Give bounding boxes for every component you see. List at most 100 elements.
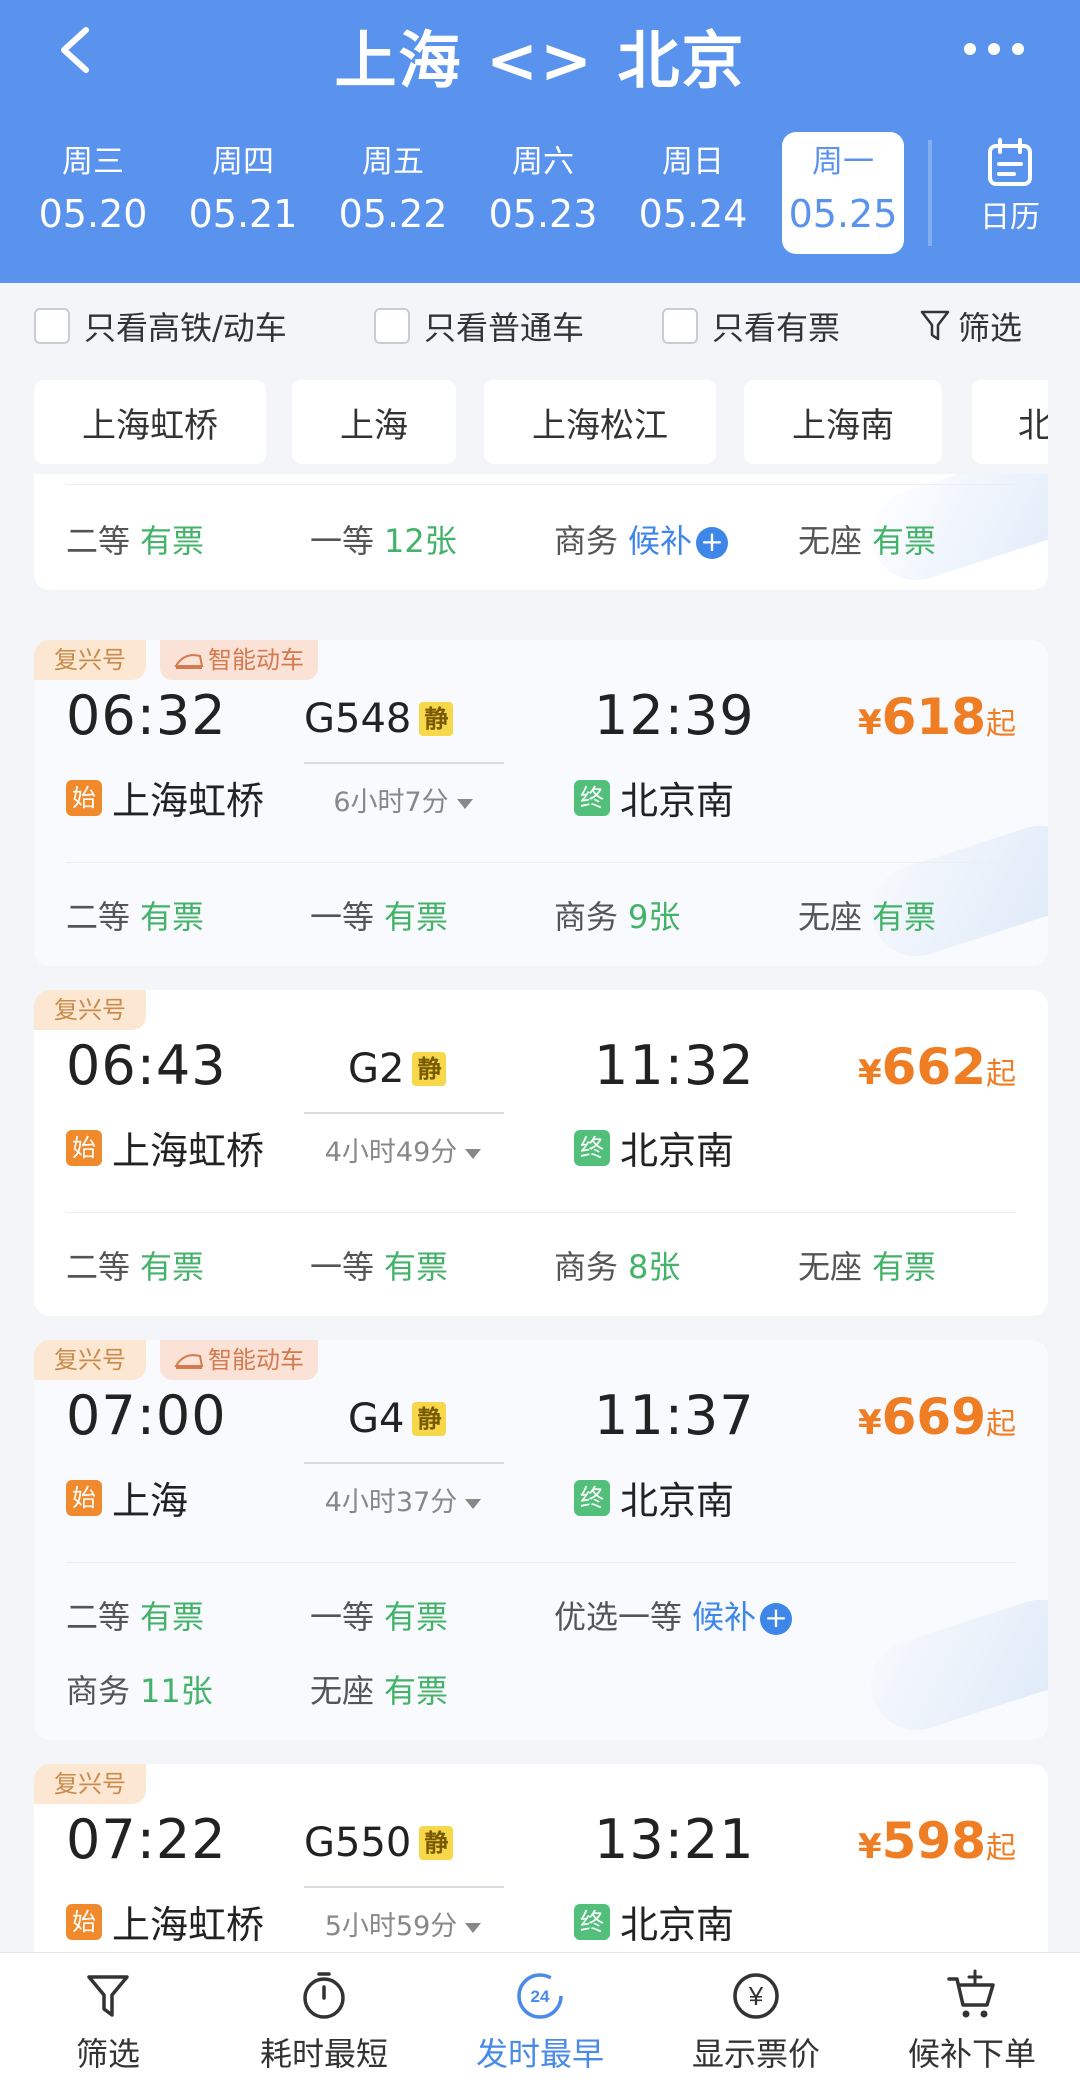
seat-class: 二等 有票 — [66, 1248, 205, 1286]
seat-class: 无座 有票 — [798, 898, 937, 936]
seat-class: 二等 有票 — [66, 898, 205, 936]
arrival-time: 11:32 — [594, 1034, 755, 1097]
date-selector: 周三 05.20 周四 05.21 周五 05.22 周六 05.23 周日 0… — [18, 132, 918, 254]
departure-time: 06:32 — [66, 684, 227, 747]
available-only-checkbox[interactable]: 只看有票 — [662, 303, 840, 349]
date-tab-0525-selected[interactable]: 周一 05.25 — [782, 132, 904, 254]
train-number: G548 静 — [304, 696, 504, 742]
train-number: G4 静 — [348, 1396, 548, 1442]
tab-waitlist-order[interactable]: 候补下单 — [864, 1953, 1080, 2082]
calendar-divider — [928, 140, 932, 246]
stopwatch-icon — [303, 1972, 345, 2019]
seat-class: 一等 有票 — [310, 1248, 449, 1286]
price: ¥669起 — [857, 1388, 1016, 1446]
tab-label: 候补下单 — [907, 2035, 1036, 2073]
checkbox-box — [662, 308, 698, 344]
high-speed-only-checkbox[interactable]: 只看高铁/动车 — [34, 303, 287, 349]
end-tag: 终 — [574, 779, 610, 816]
train-badges: 复兴号 — [34, 990, 146, 1030]
start-tag: 始 — [66, 1479, 102, 1516]
start-tag: 始 — [66, 1903, 102, 1940]
quiet-car-badge: 静 — [412, 1052, 447, 1086]
train-icon — [174, 1354, 204, 1369]
svg-text:¥: ¥ — [748, 1981, 764, 2011]
filter-bar: 只看高铁/动车 只看普通车 只看有票 筛选 — [0, 283, 1080, 369]
tab-shortest-duration[interactable]: 耗时最短 — [216, 1953, 432, 2082]
train-icon — [174, 654, 204, 669]
duration-line — [304, 1112, 504, 1114]
station-chip[interactable]: 上海虹桥 — [34, 380, 266, 464]
date-tab-0521[interactable]: 周四 05.21 — [168, 132, 318, 254]
checkbox-box — [34, 308, 70, 344]
tab-earliest-departure[interactable]: 24 发时最早 — [432, 1953, 648, 2082]
quiet-car-badge: 静 — [419, 702, 454, 736]
caret-down-icon — [465, 1498, 482, 1509]
calendar-button[interactable]: 日历 — [962, 138, 1058, 236]
station-chips: 上海虹桥 上海 上海松江 上海南 北 — [34, 380, 1048, 466]
train-card-g2[interactable]: 复兴号 06:43 G2 静 4小时49分 11:32 ¥662起 始上海虹桥 终… — [34, 990, 1048, 1316]
duration-toggle[interactable]: 4小时49分 — [288, 1130, 518, 1169]
cart-plus-icon — [947, 1969, 995, 2018]
watermark-decoration — [859, 1588, 1048, 1740]
date-weekday: 周五 — [362, 144, 424, 180]
more-options-icon[interactable] — [962, 38, 1026, 60]
origin-station: 始上海虹桥 — [66, 1894, 264, 1949]
date-value: 05.24 — [638, 192, 748, 236]
price: ¥618起 — [857, 688, 1016, 746]
station-chip[interactable]: 上海南 — [744, 380, 942, 464]
train-card-g548[interactable]: 复兴号 智能动车 06:32 G548 静 6小时7分 12:39 ¥618起 始… — [34, 640, 1048, 966]
date-weekday: 周三 — [62, 144, 124, 180]
calendar-label: 日历 — [980, 200, 1040, 235]
destination-station: 终北京南 — [574, 1894, 734, 1949]
arrival-time: 12:39 — [594, 684, 755, 747]
date-value: 05.21 — [188, 192, 298, 236]
svg-text:24: 24 — [531, 1987, 550, 2006]
train-number: G2 静 — [348, 1046, 548, 1092]
seat-class: 无座 有票 — [798, 1248, 937, 1286]
date-tab-0520[interactable]: 周三 05.20 — [18, 132, 168, 254]
tab-label: 显示票价 — [691, 2035, 820, 2073]
duration-toggle[interactable]: 6小时7分 — [288, 780, 518, 819]
date-tab-0522[interactable]: 周五 05.22 — [318, 132, 468, 254]
clock-24-icon: 24 — [517, 1973, 563, 2019]
filter-button[interactable]: 筛选 — [920, 303, 1022, 349]
end-tag: 终 — [574, 1903, 610, 1940]
normal-train-only-checkbox[interactable]: 只看普通车 — [374, 303, 584, 349]
duration-toggle[interactable]: 4小时37分 — [288, 1480, 518, 1519]
fuxing-badge: 复兴号 — [34, 640, 146, 680]
seat-class: 商务 9张 — [554, 898, 681, 936]
train-card-g4[interactable]: 复兴号 智能动车 07:00 G4 静 4小时37分 11:37 ¥669起 始上… — [34, 1340, 1048, 1740]
checkbox-label: 只看高铁/动车 — [84, 309, 287, 347]
seat-class: 一等 有票 — [310, 1598, 449, 1636]
quiet-car-badge: 静 — [412, 1402, 447, 1436]
train-card-partial[interactable]: 二等 有票 一等 12张 商务 候补 + 无座 有票 — [34, 474, 1048, 590]
destination-station: 终北京南 — [574, 1120, 734, 1175]
yen-icon: ¥ — [733, 1973, 779, 2019]
price: ¥598起 — [857, 1812, 1016, 1870]
smart-emu-badge: 智能动车 — [160, 640, 318, 680]
calendar-icon — [988, 138, 1032, 186]
station-chip[interactable]: 北 — [972, 380, 1048, 464]
tab-filter[interactable]: 筛选 — [0, 1953, 216, 2082]
duration-line — [304, 1886, 504, 1888]
fuxing-badge: 复兴号 — [34, 1340, 146, 1380]
tab-show-price[interactable]: ¥ 显示票价 — [648, 1953, 864, 2082]
seat-class: 优选一等 候补 + — [554, 1592, 793, 1638]
checkbox-box — [374, 308, 410, 344]
station-chip[interactable]: 上海 — [292, 380, 456, 464]
date-tab-0524[interactable]: 周日 05.24 — [618, 132, 768, 254]
page-title: 上海 <> 北京 — [334, 24, 746, 97]
station-chip[interactable]: 上海松江 — [484, 380, 716, 464]
tab-label: 筛选 — [75, 2035, 140, 2073]
date-tab-0523[interactable]: 周六 05.23 — [468, 132, 618, 254]
duration-toggle[interactable]: 5小时59分 — [288, 1904, 518, 1943]
card-divider — [66, 862, 1016, 863]
train-card-g550[interactable]: 复兴号 07:22 G550 静 5小时59分 13:21 ¥598起 始上海虹桥… — [34, 1764, 1048, 1952]
date-weekday: 周四 — [212, 144, 274, 180]
waitlist-plus-icon[interactable]: + — [760, 1603, 793, 1635]
card-divider — [66, 1212, 1016, 1213]
caret-down-icon — [465, 1148, 482, 1159]
duration-line — [304, 762, 504, 764]
waitlist-plus-icon[interactable]: + — [696, 527, 729, 559]
seat-class: 二等 有票 — [66, 522, 205, 560]
